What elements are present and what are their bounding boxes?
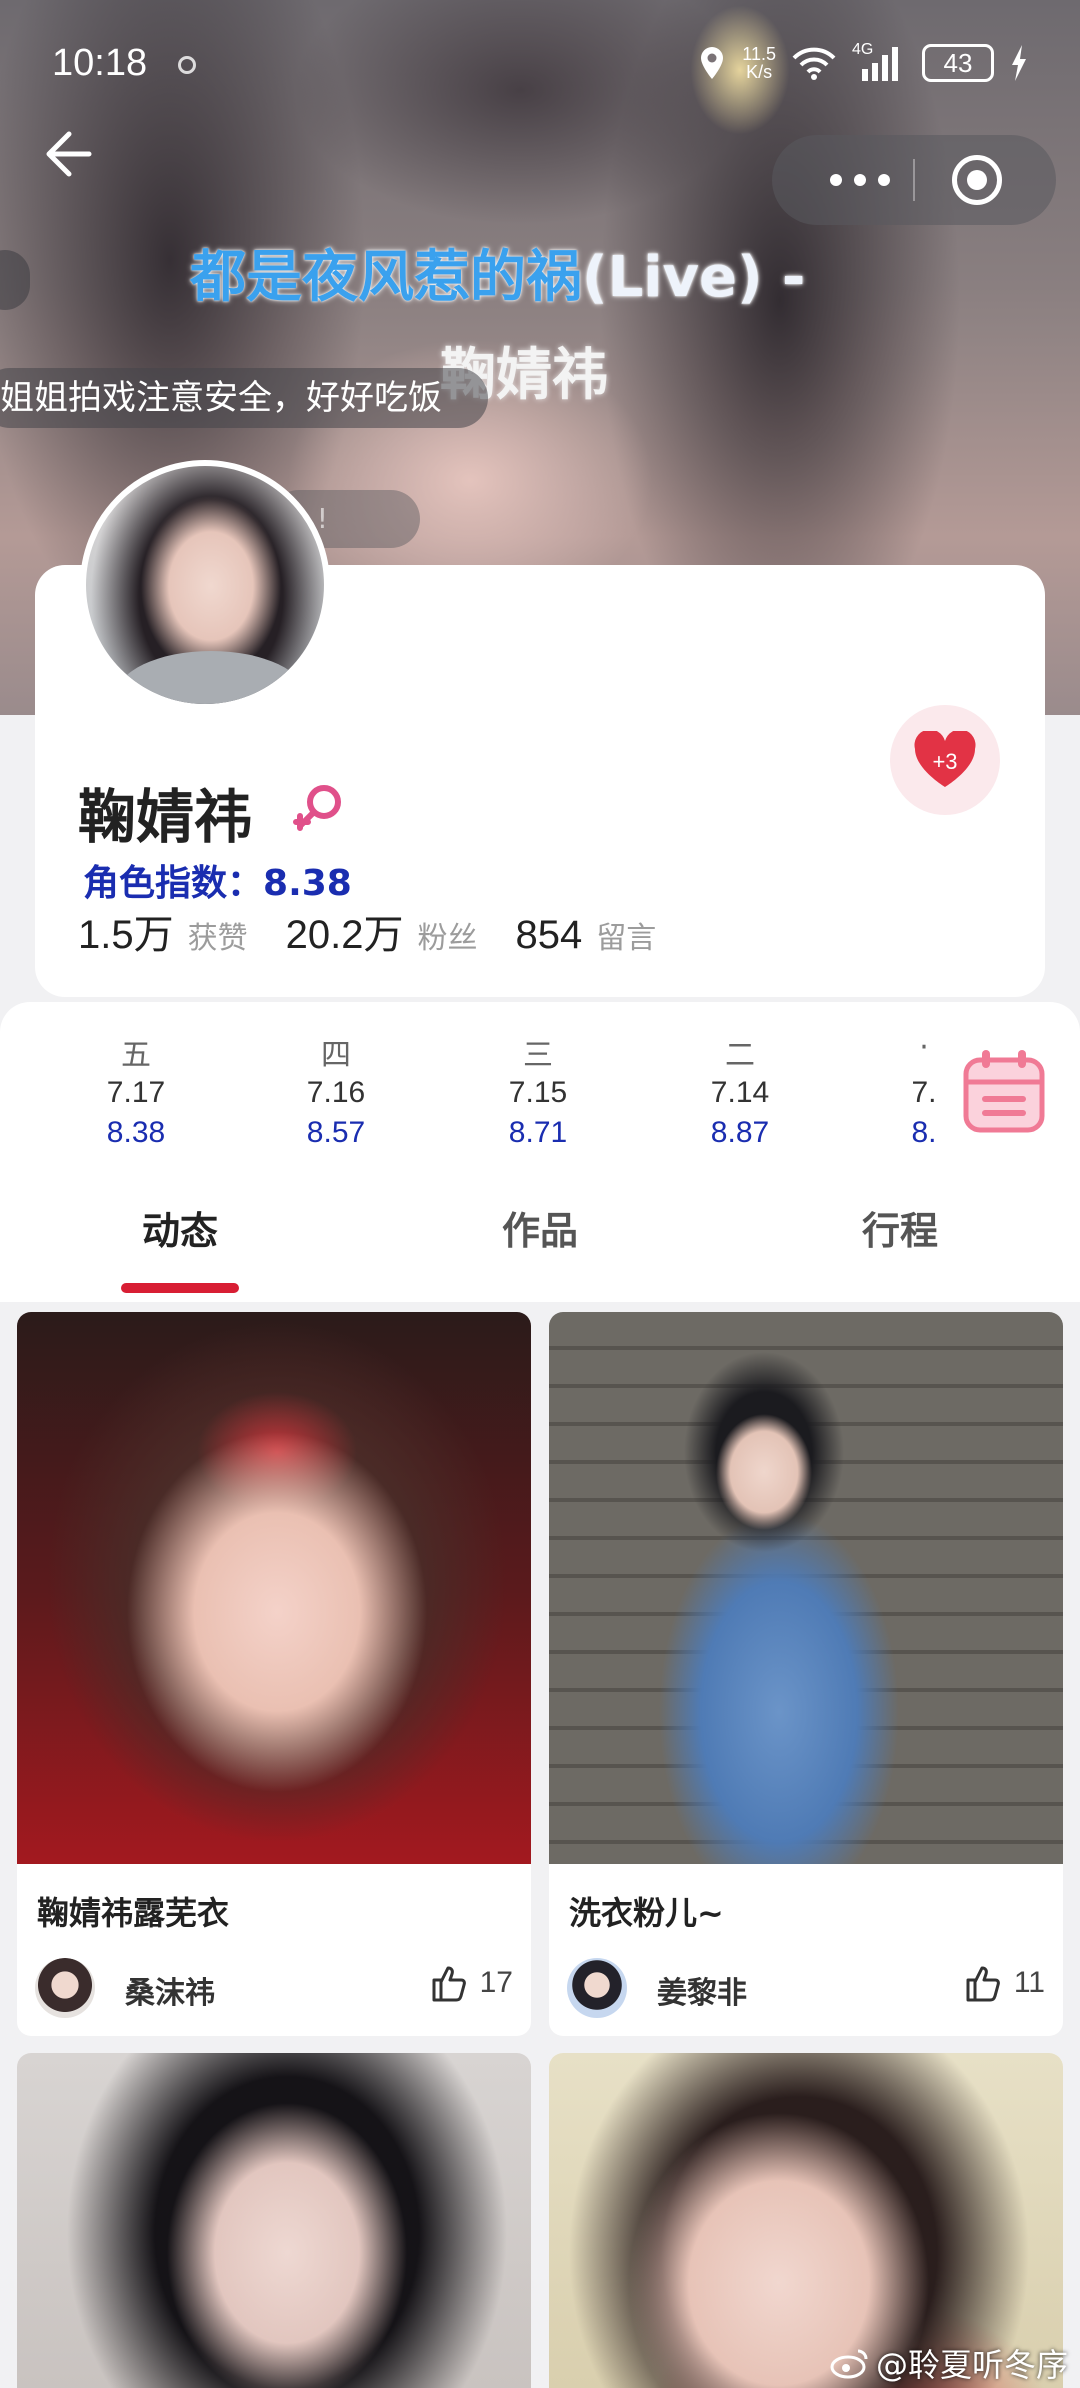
watermark-text: @聆夏听冬序 bbox=[875, 2346, 1068, 2384]
back-arrow-icon[interactable] bbox=[35, 122, 99, 186]
profile-screen: 10:18 11.5 K/s 4G 43 都是夜风惹的祸(Live) - 鞠婧祎… bbox=[0, 0, 1080, 2388]
charging-icon bbox=[1012, 45, 1026, 81]
fans-label: 粉丝 bbox=[417, 921, 478, 956]
daily-score-item[interactable]: 三 7.15 8.71 bbox=[478, 1030, 598, 1150]
comments-count[interactable]: 854 bbox=[515, 913, 582, 958]
author-avatar[interactable] bbox=[35, 1958, 95, 2018]
feed-card[interactable]: 洗衣粉儿~ 姜黎非 11 bbox=[549, 1312, 1063, 2036]
daily-score-item[interactable]: 四 7.16 8.57 bbox=[276, 1030, 396, 1150]
daily-score-item[interactable]: 五 7.17 8.38 bbox=[76, 1030, 196, 1150]
like-count: 11 bbox=[1013, 1966, 1045, 1999]
profile-avatar[interactable] bbox=[80, 460, 330, 710]
danmu-bubble: 姐姐拍戏注意安全，好好吃饭 bbox=[0, 368, 488, 428]
post-title: 鞠婧祎露芜衣 bbox=[37, 1894, 230, 1932]
net-speed-unit: K/s bbox=[746, 62, 773, 82]
signal-icon bbox=[862, 47, 898, 81]
likes-count: 1.5万 bbox=[78, 913, 174, 957]
thumbs-up-icon bbox=[432, 1966, 466, 2002]
wifi-icon bbox=[792, 47, 836, 80]
weibo-watermark: @聆夏听冬序 bbox=[830, 2340, 1068, 2386]
role-index-label: 角色指数： bbox=[83, 863, 264, 904]
battery-indicator: 43 bbox=[922, 44, 994, 82]
active-tab-indicator bbox=[121, 1283, 239, 1293]
fans-count[interactable]: 20.2万 bbox=[286, 902, 404, 960]
feed-card[interactable] bbox=[549, 2053, 1063, 2388]
tab-moments[interactable]: 动态 bbox=[80, 1200, 280, 1255]
status-icons: 11.5 K/s 4G 43 bbox=[698, 41, 1028, 82]
post-image bbox=[17, 2053, 531, 2388]
role-index: 角色指数：8.38 bbox=[83, 854, 352, 906]
comments-label: 留言 bbox=[596, 921, 657, 956]
dot bbox=[878, 174, 890, 186]
like-button[interactable]: 11 bbox=[964, 1964, 1045, 2002]
status-time: 10:18 bbox=[52, 42, 148, 84]
like-count: 17 bbox=[479, 1966, 513, 1999]
cheer-button[interactable]: +3 bbox=[890, 705, 1000, 815]
miniprogram-capsule bbox=[772, 135, 1056, 225]
date: 7.16 bbox=[306, 1076, 366, 1109]
author-name[interactable]: 姜黎非 bbox=[657, 1968, 747, 2012]
calendar-icon[interactable] bbox=[962, 1048, 1046, 1134]
notification-dot-icon bbox=[178, 56, 196, 74]
location-icon bbox=[701, 47, 724, 79]
date: 7.14 bbox=[710, 1076, 770, 1109]
status-bar: 10:18 11.5 K/s 4G 43 bbox=[0, 30, 1080, 100]
score: 8.57 bbox=[306, 1116, 366, 1149]
score: 8.71 bbox=[508, 1116, 568, 1149]
net-speed: 11.5 K/s bbox=[742, 45, 776, 81]
weekday: 四 bbox=[321, 1038, 351, 1073]
post-image bbox=[549, 2053, 1063, 2388]
likes-label: 获赞 bbox=[187, 921, 248, 956]
profile-name: 鞠婧祎 bbox=[78, 783, 253, 851]
score: 8.87 bbox=[710, 1116, 770, 1149]
author-avatar[interactable] bbox=[567, 1958, 627, 2018]
avatar-sweater bbox=[116, 651, 306, 704]
cellular-signal: 4G bbox=[852, 41, 906, 81]
more-options-button[interactable] bbox=[810, 135, 910, 225]
feed-card[interactable]: 鞠婧祎露芜衣 桑沫祎 17 bbox=[17, 1312, 531, 2036]
role-index-value: 8.38 bbox=[263, 863, 352, 904]
thumbs-up-icon bbox=[966, 1966, 1000, 2002]
tab-works[interactable]: 作品 bbox=[440, 1200, 640, 1255]
weekday: 三 bbox=[523, 1038, 553, 1073]
dot bbox=[830, 174, 842, 186]
close-miniprogram-icon[interactable] bbox=[952, 155, 1002, 205]
date: 7.17 bbox=[106, 1076, 166, 1109]
post-image bbox=[549, 1312, 1063, 1864]
lyric-live-tag: (Live) - bbox=[582, 245, 806, 310]
weibo-logo-icon bbox=[830, 2349, 868, 2379]
capsule-divider bbox=[913, 159, 915, 201]
post-title: 洗衣粉儿~ bbox=[569, 1894, 724, 1932]
author-name[interactable]: 桑沫祎 bbox=[125, 1968, 215, 2012]
daily-score-item[interactable]: 二 7.14 8.87 bbox=[680, 1030, 800, 1150]
post-image bbox=[17, 1312, 531, 1864]
profile-stats: 1.5万 获赞 20.2万 粉丝 854 留言 bbox=[78, 902, 694, 960]
cheer-count: +3 bbox=[932, 749, 958, 774]
feed-card[interactable] bbox=[17, 2053, 531, 2388]
lyric-title: 都是夜风惹的祸 bbox=[190, 245, 582, 310]
date: 7.15 bbox=[508, 1076, 568, 1109]
weekday: 五 bbox=[121, 1038, 151, 1073]
score: 8.38 bbox=[106, 1116, 166, 1149]
dot bbox=[854, 174, 866, 186]
lyric-line-1: 都是夜风惹的祸(Live) - bbox=[190, 232, 805, 313]
like-button[interactable]: 17 bbox=[430, 1964, 513, 2002]
weekday: 二 bbox=[725, 1038, 755, 1073]
net-speed-value: 11.5 bbox=[742, 44, 776, 64]
tab-schedule[interactable]: 行程 bbox=[800, 1200, 1000, 1255]
female-gender-icon bbox=[293, 785, 341, 831]
